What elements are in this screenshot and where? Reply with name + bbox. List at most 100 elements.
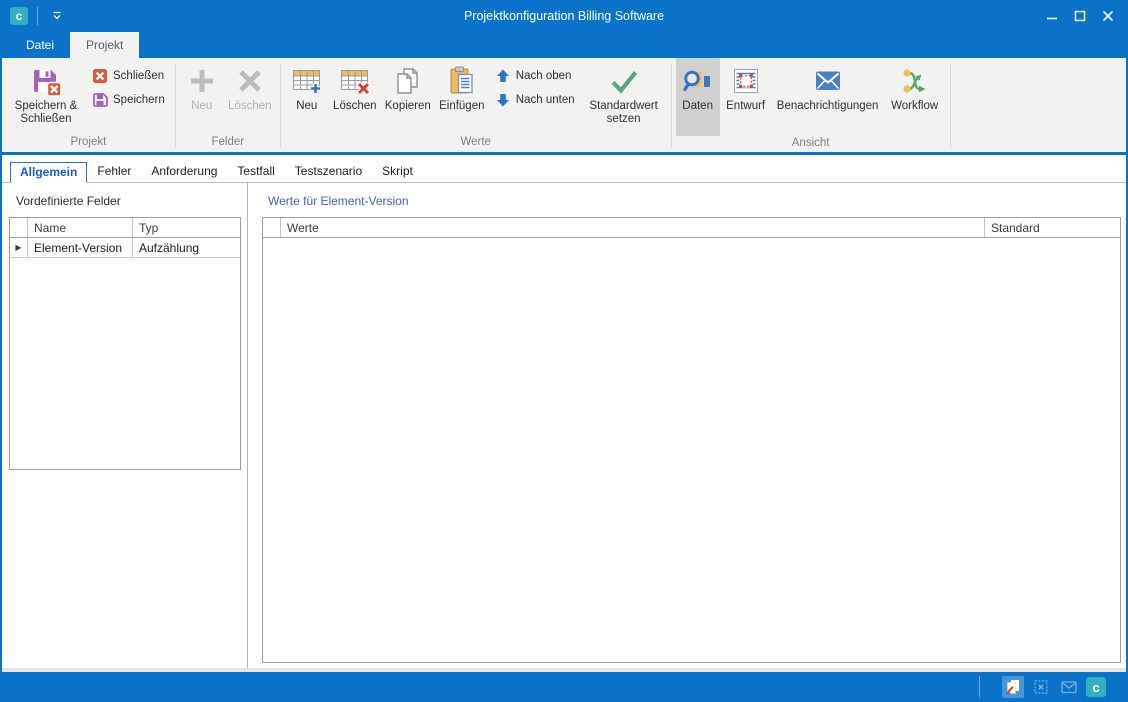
data-search-icon: [682, 65, 714, 97]
design-frame-icon: [730, 65, 762, 97]
move-up-label: Nach oben: [516, 70, 572, 82]
view-design-label: Entwurf: [726, 100, 765, 113]
set-default-button[interactable]: Standardwert setzen: [581, 60, 667, 134]
ribbon-tab-row: Datei Projekt: [2, 32, 1126, 58]
close-button[interactable]: [1094, 3, 1122, 29]
x-gray-icon: [234, 65, 266, 97]
cell-name[interactable]: Element-Version: [28, 238, 133, 257]
group-label-ansicht: Ansicht: [676, 136, 946, 152]
statusbar: c: [2, 672, 1126, 702]
ribbon-separator: [671, 64, 672, 148]
move-up-button[interactable]: Nach oben: [489, 64, 581, 88]
move-down-label: Nach unten: [516, 94, 575, 106]
table-delete-icon: [339, 65, 371, 97]
group-label-projekt: Projekt: [6, 135, 171, 152]
checkmark-icon: [608, 65, 640, 97]
view-workflow-label: Workflow: [891, 100, 938, 113]
titlebar: c Projektkonfiguration Billing Software: [2, 0, 1126, 32]
statusbar-separator: [979, 676, 980, 698]
copy-icon: [392, 65, 424, 97]
tab-skript[interactable]: Skript: [372, 161, 423, 182]
predefined-fields-table: Name Typ ▶ Element-Version Aufzählung: [9, 217, 241, 470]
app-logo-icon[interactable]: c: [10, 7, 28, 25]
save-and-close-label: Speichern & Schließen: [6, 100, 86, 126]
ribbon-group-projekt: Speichern & Schließen Schließen: [4, 60, 173, 152]
group-label-werte: Werte: [285, 135, 667, 152]
ribbon-tab-datei[interactable]: Datei: [10, 32, 70, 58]
app-window: c Projektkonfiguration Billing Software …: [0, 0, 1128, 702]
tab-testfall[interactable]: Testfall: [227, 161, 284, 182]
arrow-up-icon: [495, 68, 511, 84]
tab-fehler[interactable]: Fehler: [87, 161, 141, 182]
fields-delete-label: Löschen: [228, 100, 271, 113]
plus-gray-icon: [186, 65, 218, 97]
move-down-button[interactable]: Nach unten: [489, 88, 581, 112]
copy-button[interactable]: Kopieren: [381, 60, 435, 134]
column-header-standard[interactable]: Standard: [985, 218, 1120, 237]
predefined-fields-panel: Vordefinierte Felder Name Typ ▶ Element-…: [2, 183, 248, 668]
tab-anforderung[interactable]: Anforderung: [141, 161, 227, 182]
view-workflow-button[interactable]: Workflow: [884, 60, 946, 134]
titlebar-separator: [37, 7, 38, 25]
values-delete-label: Löschen: [333, 100, 376, 113]
set-default-label: Standardwert setzen: [581, 100, 667, 126]
values-new-button[interactable]: Neu: [285, 60, 329, 134]
ribbon-tab-projekt[interactable]: Projekt: [70, 32, 139, 58]
tab-testszenario[interactable]: Testszenario: [285, 161, 372, 182]
table-add-icon: [291, 65, 323, 97]
save-button[interactable]: Speichern: [86, 88, 171, 112]
values-table: Werte Standard: [262, 217, 1121, 663]
view-notifications-label: Benachrichtigungen: [777, 100, 879, 113]
save-icon: [92, 92, 108, 108]
content-area: Allgemein Fehler Anforderung Testfall Te…: [2, 155, 1126, 668]
ribbon: Speichern & Schließen Schließen: [2, 58, 1126, 152]
paste-label: Einfügen: [439, 100, 484, 113]
view-design-button[interactable]: Entwurf: [720, 60, 772, 134]
paste-icon: [446, 65, 478, 97]
save-close-icon: [30, 65, 62, 97]
view-notifications-button[interactable]: Benachrichtigungen: [772, 60, 884, 134]
window-title: Projektkonfiguration Billing Software: [2, 9, 1126, 23]
ribbon-separator: [280, 64, 281, 148]
statusbar-design-view-icon[interactable]: [1030, 676, 1052, 698]
current-row-arrow-icon: ▶: [15, 243, 21, 252]
column-header-name[interactable]: Name: [28, 218, 133, 237]
statusbar-data-view-icon[interactable]: [1002, 676, 1024, 698]
copy-label: Kopieren: [385, 100, 431, 113]
table-header-row: Name Typ: [10, 218, 240, 238]
view-data-label: Daten: [682, 100, 713, 113]
statusbar-app-logo-icon[interactable]: c: [1086, 677, 1106, 697]
close-project-button[interactable]: Schließen: [86, 64, 171, 88]
fields-new-button-disabled: Neu: [180, 60, 224, 134]
document-tab-strip: Allgemein Fehler Anforderung Testfall Te…: [2, 155, 1126, 183]
workflow-icon: [899, 65, 931, 97]
ribbon-separator: [175, 64, 176, 148]
minimize-button[interactable]: [1038, 3, 1066, 29]
cell-typ[interactable]: Aufzählung: [133, 238, 240, 257]
values-header-row: Werte Standard: [263, 218, 1120, 238]
row-indicator-cell: ▶: [10, 238, 28, 257]
right-panel-title: Werte für Element-Version: [268, 194, 1121, 208]
maximize-button[interactable]: [1066, 3, 1094, 29]
save-and-close-button[interactable]: Speichern & Schließen: [6, 60, 86, 134]
statusbar-notifications-icon[interactable]: [1058, 676, 1080, 698]
close-red-icon: [92, 68, 108, 84]
ribbon-group-werte: Neu Löschen: [283, 60, 669, 152]
row-indicator-header: [263, 218, 281, 237]
fields-delete-button-disabled: Löschen: [224, 60, 276, 134]
values-delete-button[interactable]: Löschen: [329, 60, 381, 134]
group-label-felder: Felder: [180, 135, 276, 152]
quick-access-chevron-icon[interactable]: [47, 6, 67, 26]
column-header-werte[interactable]: Werte: [281, 218, 985, 237]
mail-icon: [812, 65, 844, 97]
paste-button[interactable]: Einfügen: [435, 60, 489, 134]
tab-allgemein[interactable]: Allgemein: [10, 162, 87, 183]
left-panel-title: Vordefinierte Felder: [16, 194, 241, 208]
close-project-label: Schließen: [113, 70, 164, 82]
table-row[interactable]: ▶ Element-Version Aufzählung: [10, 238, 240, 258]
view-data-button[interactable]: Daten: [676, 58, 720, 136]
column-header-typ[interactable]: Typ: [133, 218, 240, 237]
ribbon-separator: [950, 64, 951, 148]
ribbon-group-ansicht: Daten: [674, 60, 948, 152]
row-indicator-header: [10, 218, 28, 237]
